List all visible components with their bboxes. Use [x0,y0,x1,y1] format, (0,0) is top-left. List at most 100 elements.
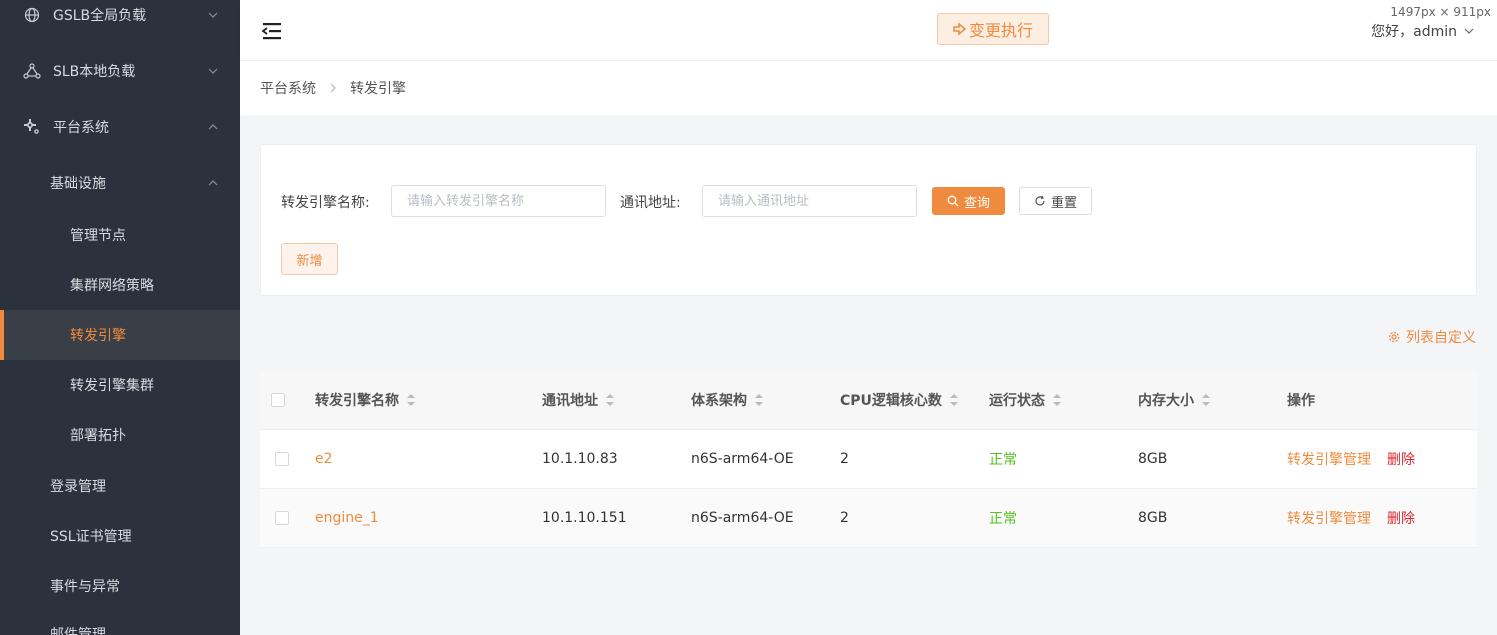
sidebar-item-forwarding-engine[interactable]: 转发引擎 [0,310,240,360]
refresh-icon [1035,195,1045,206]
column-header-arch[interactable]: 体系架构 [691,371,764,429]
column-header-status[interactable]: 运行状态 [989,371,1062,429]
search-icon [947,195,959,207]
chevron-right-icon [330,83,336,93]
sidebar-item-label: 部署拓扑 [70,428,126,444]
engine-name-link[interactable]: e2 [315,430,333,488]
sidebar-item-ssl-cert[interactable]: SSL证书管理 [0,511,240,561]
sidebar-item-label: 事件与异常 [50,579,120,595]
chevron-up-icon [208,124,218,130]
sidebar-item-platform[interactable]: 平台系统 [0,102,240,152]
sidebar-item-slb[interactable]: SLB本地负载 [0,46,240,96]
sidebar-item-infrastructure[interactable]: 基础设施 [0,158,240,208]
delete-link[interactable]: 删除 [1387,489,1415,547]
top-header: 变更执行 1497px × 911px 您好，admin [240,0,1497,60]
sign-in-arrow-icon [953,22,967,36]
query-button[interactable]: 查询 [932,187,1005,215]
cpu-cell: 2 [840,451,849,467]
engine-name-label: 转发引擎名称: [281,195,370,211]
list-customize-label: 列表自定义 [1406,330,1476,346]
list-customize-link[interactable]: 列表自定义 [1387,327,1476,347]
chevron-down-icon [1464,28,1474,34]
row-checkbox[interactable] [275,511,289,525]
column-header-memory[interactable]: 内存大小 [1138,371,1211,429]
change-execute-label: 变更执行 [968,21,1033,40]
sidebar-item-label: 平台系统 [53,120,109,136]
sidebar-item-mail[interactable]: 邮件管理 [0,609,240,635]
manage-engine-link[interactable]: 转发引擎管理 [1287,430,1371,488]
sidebar-item-label: SLB本地负载 [53,64,136,80]
memory-cell: 8GB [1138,451,1168,467]
column-header-cpu[interactable]: CPU逻辑核心数 [840,371,959,429]
sidebar-item-label: 转发引擎集群 [70,378,154,394]
memory-cell: 8GB [1138,510,1168,526]
column-label: 通讯地址 [542,393,598,409]
arch-cell: n6S-arm64-OE [691,451,794,467]
sidebar-item-label: 基础设施 [50,176,106,192]
chevron-up-icon [208,180,218,186]
sort-icon [755,394,763,406]
globe-icon [22,5,42,25]
search-panel: 转发引擎名称: 通讯地址: 查询 重置 新增 [260,144,1477,296]
sidebar: GSLB全局负载 SLB本地负载 平台系统 基础设施 管理节点 集群网络策略 转… [0,0,240,635]
change-execute-button[interactable]: 变更执行 [937,13,1049,45]
column-header-actions: 操作 [1287,371,1315,429]
column-header-address[interactable]: 通讯地址 [542,371,615,429]
address-label: 通讯地址: [620,195,681,211]
breadcrumb-item-platform[interactable]: 平台系统 [260,78,316,98]
table-header-row: 转发引擎名称 通讯地址 体系架构 CPU逻辑核心数 运行状态 内存大小 操作 [260,371,1477,430]
sort-icon [606,394,614,406]
engine-name-input[interactable] [391,185,606,217]
address-cell: 10.1.10.83 [542,451,618,467]
delete-link[interactable]: 删除 [1387,430,1415,488]
sidebar-item-label: 管理节点 [70,228,126,244]
select-all-checkbox[interactable] [271,393,285,407]
query-label: 查询 [963,194,990,210]
engine-name-link[interactable]: engine_1 [315,489,379,547]
engine-table: 转发引擎名称 通讯地址 体系架构 CPU逻辑核心数 运行状态 内存大小 操作 e… [260,371,1477,548]
status-cell: 正常 [989,511,1017,527]
sidebar-item-events[interactable]: 事件与异常 [0,561,240,611]
arch-cell: n6S-arm64-OE [691,510,794,526]
sidebar-item-label: 邮件管理 [50,627,106,635]
row-checkbox[interactable] [275,452,289,466]
user-menu[interactable]: 您好，admin [1371,21,1475,41]
gear-icon [1388,331,1400,343]
manage-engine-link[interactable]: 转发引擎管理 [1287,489,1371,547]
reset-label: 重置 [1050,194,1077,210]
table-row: e2 10.1.10.83 n6S-arm64-OE 2 正常 8GB 转发引擎… [260,430,1477,489]
sidebar-item-label: SSL证书管理 [50,529,132,545]
sort-icon [1202,394,1210,406]
menu-collapse-icon[interactable] [261,21,283,41]
sidebar-item-label: 集群网络策略 [70,278,154,294]
user-greeting: 您好，admin [1371,24,1457,40]
column-label: 体系架构 [691,393,747,409]
cpu-cell: 2 [840,510,849,526]
sort-icon [1053,394,1061,406]
sort-icon [407,394,415,406]
size-badge: 1497px × 911px [1390,5,1491,19]
add-button[interactable]: 新增 [281,243,338,275]
column-header-name[interactable]: 转发引擎名称 [315,371,416,429]
column-label: CPU逻辑核心数 [840,393,942,409]
column-label: 内存大小 [1138,393,1194,409]
sidebar-item-management-nodes[interactable]: 管理节点 [0,210,240,260]
status-cell: 正常 [989,452,1017,468]
table-row: engine_1 10.1.10.151 n6S-arm64-OE 2 正常 8… [260,489,1477,548]
reset-button[interactable]: 重置 [1019,187,1092,215]
sidebar-item-label: 转发引擎 [70,328,126,344]
address-cell: 10.1.10.151 [542,510,627,526]
sidebar-item-label: 登录管理 [50,479,106,495]
network-nodes-icon [22,61,42,81]
sidebar-item-forwarding-engine-cluster[interactable]: 转发引擎集群 [0,360,240,410]
sidebar-item-deployment-topology[interactable]: 部署拓扑 [0,410,240,460]
gears-icon [22,117,42,137]
column-label: 转发引擎名称 [315,393,399,409]
breadcrumb: 平台系统 转发引擎 [240,60,1497,115]
sidebar-item-cluster-network-policy[interactable]: 集群网络策略 [0,260,240,310]
sidebar-item-login-management[interactable]: 登录管理 [0,461,240,511]
sort-icon [949,394,958,406]
sidebar-item-gslb[interactable]: GSLB全局负载 [0,0,240,40]
address-input[interactable] [702,185,917,217]
breadcrumb-item-current: 转发引擎 [350,81,406,97]
